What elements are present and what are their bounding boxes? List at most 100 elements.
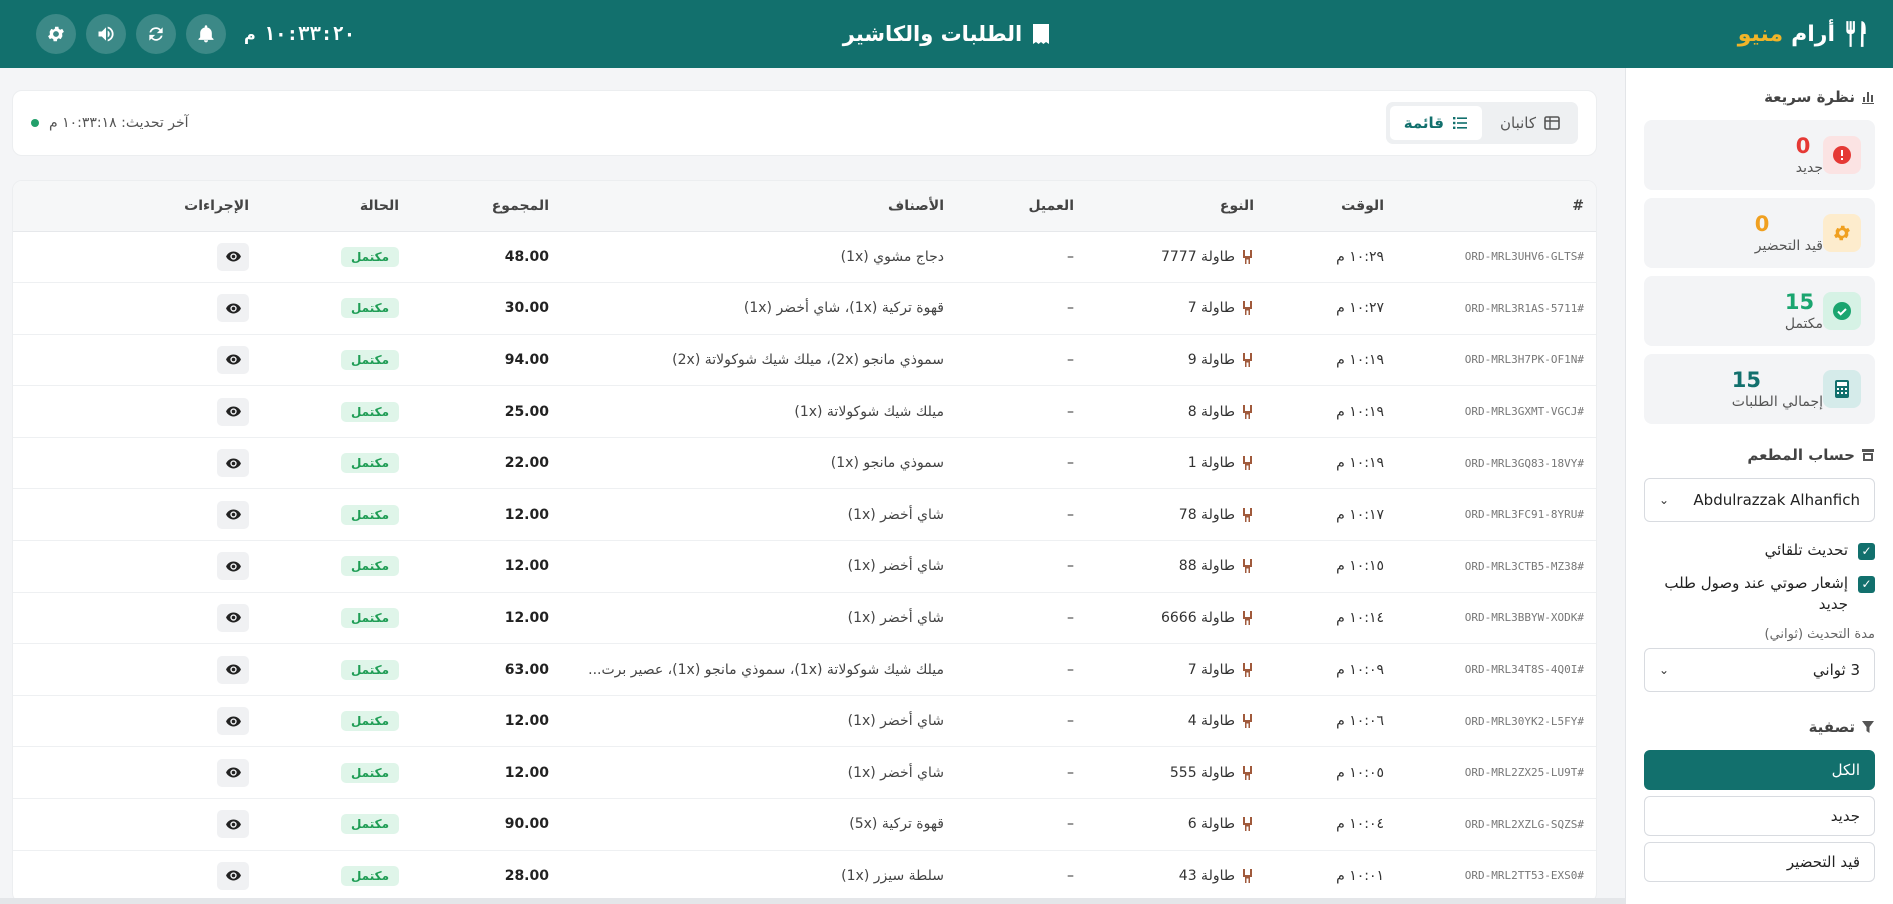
list-view-button[interactable]: قائمة bbox=[1389, 106, 1482, 140]
account-select[interactable]: Abdulrazzak Alhanfich ⌄ bbox=[1644, 478, 1875, 522]
table-row[interactable]: ORD-MRL30YK2-L5FY# ١٠:٠٦ م طاولة 4 – شاي أخض… bbox=[13, 695, 1596, 748]
stat-text: 15 إجمالي الطلبات bbox=[1732, 368, 1823, 410]
chair-icon bbox=[1243, 662, 1252, 677]
order-type-cell: طاولة 7 bbox=[1086, 643, 1266, 696]
brand-logo[interactable]: أرام منيو bbox=[1738, 20, 1869, 48]
page-title-text: الطلبات والكاشير bbox=[842, 22, 1023, 46]
order-type-text: طاولة 9 bbox=[1187, 351, 1235, 368]
account-title: حساب المطعم bbox=[1644, 446, 1875, 464]
view-order-button[interactable] bbox=[217, 500, 249, 529]
overview-title: نظرة سريعة bbox=[1644, 88, 1875, 106]
view-order-button[interactable] bbox=[217, 242, 249, 271]
order-type-text: طاولة 88 bbox=[1178, 558, 1235, 575]
status-badge: مكتمل bbox=[340, 349, 399, 370]
order-customer: – bbox=[956, 540, 1086, 593]
kanban-view-button[interactable]: كانبان bbox=[1486, 106, 1574, 140]
order-type-cell: طاولة 1 bbox=[1086, 437, 1266, 490]
col-items[interactable]: الأصناف bbox=[561, 181, 956, 232]
view-order-button[interactable] bbox=[217, 861, 249, 890]
view-order-button[interactable] bbox=[217, 397, 249, 426]
table-row[interactable]: ORD-MRL3UHV6-GLTS# ١٠:٢٩ م طاولة 7777 – دجاج… bbox=[13, 231, 1596, 284]
table-row[interactable]: ORD-MRL3CTB5-MZ38# ١٠:١٥ م طاولة 88 – شاي أخ… bbox=[13, 540, 1596, 593]
view-order-button[interactable] bbox=[217, 345, 249, 374]
chevron-down-icon: ⌄ bbox=[1659, 663, 1670, 677]
table-row[interactable]: ORD-MRL3GQ83-18VY# ١٠:١٩ م طاولة 1 – سموذي م… bbox=[13, 437, 1596, 490]
order-items: قهوة تركية (5x) bbox=[561, 798, 956, 851]
account-select-value: Abdulrazzak Alhanfich bbox=[1693, 491, 1860, 509]
order-type-text: طاولة 7777 bbox=[1160, 248, 1235, 265]
filter-new-button[interactable]: جديد bbox=[1644, 796, 1875, 836]
table-row[interactable]: ORD-MRL34T8S-4Q0I# ١٠:٠٩ م طاولة 7 – ميلك شي… bbox=[13, 643, 1596, 696]
col-total[interactable]: المجموع bbox=[411, 181, 561, 232]
stat-icon-box bbox=[1823, 292, 1861, 330]
view-order-button[interactable] bbox=[217, 552, 249, 581]
view-order-button[interactable] bbox=[217, 294, 249, 323]
chair-icon bbox=[1243, 249, 1252, 264]
order-status-cell: مكتمل bbox=[261, 695, 411, 748]
order-id: ORD-MRL3R1AS-5711# bbox=[1396, 282, 1596, 335]
order-type-cell: طاولة 8 bbox=[1086, 385, 1266, 438]
interval-select[interactable]: 3 ثواني ⌄ bbox=[1644, 648, 1875, 692]
order-type-cell: طاولة 7777 bbox=[1086, 231, 1266, 284]
view-order-button[interactable] bbox=[217, 655, 249, 684]
table-row[interactable]: ORD-MRL2XZLG-SQZS# ١٠:٠٤ م طاولة 6 – قهوة تر… bbox=[13, 798, 1596, 851]
order-actions bbox=[13, 334, 261, 387]
eye-icon bbox=[225, 509, 241, 520]
eye-icon bbox=[225, 664, 241, 675]
order-actions bbox=[13, 592, 261, 645]
table-row[interactable]: ORD-MRL2TT53-EXS0# ١٠:٠١ م طاولة 43 – سلطة س… bbox=[13, 850, 1596, 903]
order-customer: – bbox=[956, 385, 1086, 438]
header-controls: ١٠:٣٣:٢٠ م bbox=[36, 14, 355, 54]
view-order-button[interactable] bbox=[217, 810, 249, 839]
order-actions bbox=[13, 643, 261, 696]
table-row[interactable]: ORD-MRL2ZX25-LU9T# ١٠:٠٥ م طاولة 555 – شاي أ… bbox=[13, 746, 1596, 800]
order-actions bbox=[13, 850, 261, 903]
notifications-button[interactable] bbox=[186, 14, 226, 54]
order-id: ORD-MRL3GQ83-18VY# bbox=[1396, 437, 1596, 490]
view-order-button[interactable] bbox=[217, 707, 249, 736]
stat-label: جديد bbox=[1795, 160, 1823, 176]
sound-button[interactable] bbox=[86, 14, 126, 54]
order-total: 90.00 bbox=[411, 798, 561, 851]
order-type-text: طاولة 8 bbox=[1187, 403, 1235, 420]
order-type-cell: طاولة 88 bbox=[1086, 540, 1266, 593]
view-order-button[interactable] bbox=[217, 449, 249, 478]
table-row[interactable]: ORD-MRL3H7PK-OF1N# ١٠:١٩ م طاولة 9 – سموذي م… bbox=[13, 334, 1596, 387]
auto-refresh-checkbox[interactable]: ✓ تحديث تلقائي bbox=[1644, 540, 1875, 561]
order-customer: – bbox=[956, 231, 1086, 284]
horizontal-scrollbar[interactable] bbox=[0, 898, 1625, 904]
order-actions bbox=[13, 437, 261, 490]
view-order-button[interactable] bbox=[217, 603, 249, 632]
col-customer[interactable]: العميل bbox=[956, 181, 1086, 232]
clock-time: ١٠:٣٣:٢٠ bbox=[263, 23, 356, 45]
chair-icon bbox=[1243, 868, 1252, 883]
order-type: طاولة 4 bbox=[1098, 713, 1254, 729]
order-type-cell: طاولة 6666 bbox=[1086, 592, 1266, 645]
order-type-cell: طاولة 43 bbox=[1086, 850, 1266, 903]
sound-alert-checkbox[interactable]: ✓ إشعار صوتي عند وصول طلب جديد bbox=[1644, 573, 1875, 615]
table-row[interactable]: ORD-MRL3GXMT-VGCJ# ١٠:١٩ م طاولة 8 – ميلك شي… bbox=[13, 385, 1596, 438]
order-type-text: طاولة 7 bbox=[1187, 300, 1235, 317]
order-time: ١٠:٠١ م bbox=[1266, 850, 1396, 903]
order-actions bbox=[13, 695, 261, 748]
refresh-button[interactable] bbox=[136, 14, 176, 54]
stat-value: 15 bbox=[1784, 290, 1815, 314]
table-row[interactable]: ORD-MRL3BBYW-XODK# ١٠:١٤ م طاولة 6666 – شاي … bbox=[13, 592, 1596, 645]
order-customer: – bbox=[956, 437, 1086, 490]
table-row[interactable]: ORD-MRL3FC91-8YRU# ١٠:١٧ م طاولة 78 – شاي أخ… bbox=[13, 488, 1596, 542]
stat-value: 0 bbox=[1795, 134, 1811, 158]
col-time[interactable]: الوقت bbox=[1266, 181, 1396, 232]
filter-all-button[interactable]: الكل bbox=[1644, 750, 1875, 790]
checkbox-checked-icon: ✓ bbox=[1858, 576, 1875, 593]
settings-button[interactable] bbox=[36, 14, 76, 54]
bar-chart-icon bbox=[1862, 92, 1874, 104]
filter-preparing-button[interactable]: قيد التحضير bbox=[1644, 842, 1875, 882]
col-status[interactable]: الحالة bbox=[261, 181, 411, 232]
col-type[interactable]: النوع bbox=[1086, 181, 1266, 232]
view-order-button[interactable] bbox=[217, 758, 249, 787]
order-type: طاولة 7 bbox=[1098, 300, 1254, 316]
col-id[interactable]: # bbox=[1396, 181, 1596, 232]
chair-icon bbox=[1243, 714, 1252, 729]
eye-icon bbox=[225, 767, 241, 778]
table-row[interactable]: ORD-MRL3R1AS-5711# ١٠:٢٧ م طاولة 7 – قهوة تر… bbox=[13, 282, 1596, 335]
